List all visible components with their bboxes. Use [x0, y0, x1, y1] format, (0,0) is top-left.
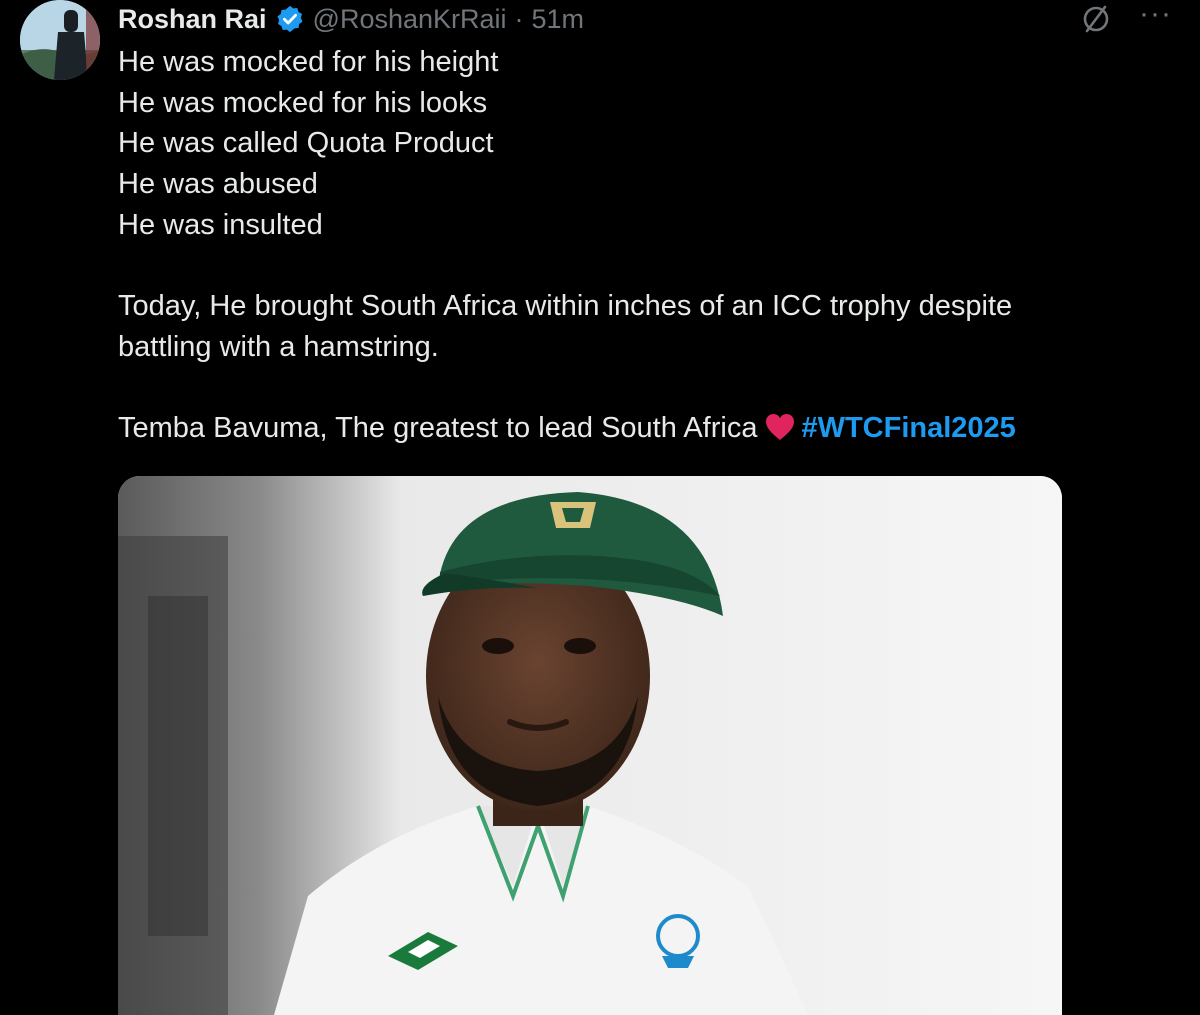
tweet-line: He was mocked for his looks [118, 86, 488, 119]
author-handle[interactable]: @RoshanKrRaii [313, 4, 507, 35]
author-avatar[interactable] [20, 0, 100, 80]
tweet-card[interactable]: Roshan Rai @RoshanKrRaii · 51m ··· He wa… [0, 0, 1200, 1015]
tweet-photo-icon [118, 476, 1062, 1015]
hashtag-link[interactable]: #WTCFinal2025 [801, 412, 1015, 444]
tweet-top-actions: ··· [1079, 0, 1172, 38]
tweet-line: Today, He brought South Africa within in… [118, 290, 1013, 323]
separator-dot: · [514, 3, 524, 34]
profile-photo-icon [20, 0, 100, 80]
author-display-name[interactable]: Roshan Rai [118, 4, 267, 35]
tweet-line: He was mocked for his height [118, 46, 499, 78]
tweet-line: He was insulted [118, 208, 323, 241]
verified-badge-icon[interactable] [275, 4, 305, 34]
tweet-photo[interactable] [118, 476, 1062, 1015]
tweet-header: Roshan Rai @RoshanKrRaii · 51m [118, 0, 584, 38]
tweet-timestamp[interactable]: 51m [532, 4, 585, 35]
more-options-icon[interactable]: ··· [1139, 0, 1172, 29]
tweet-line: battling with a hamstring. [118, 330, 439, 363]
red-heart-icon [766, 414, 795, 441]
closing-text: Temba Bavuma, The greatest to lead South… [118, 412, 758, 445]
tweet-text: He was mocked for his height He was mock… [118, 42, 1118, 449]
tweet-closing-line: Temba Bavuma, The greatest to lead South… [118, 408, 1118, 449]
tweet-line: He was abused [118, 168, 318, 201]
tweet-line: He was called Quota Product [118, 127, 494, 160]
grok-icon[interactable] [1079, 2, 1113, 36]
